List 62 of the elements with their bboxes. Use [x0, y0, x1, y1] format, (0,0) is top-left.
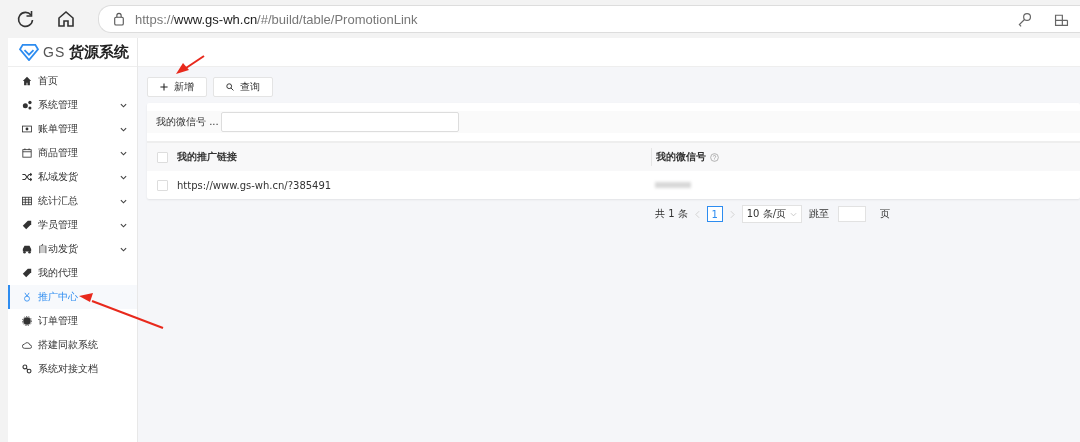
next-page-icon[interactable]	[729, 209, 735, 219]
plus-icon	[160, 83, 168, 91]
chevron-down-icon	[120, 150, 127, 156]
gears-icon	[22, 100, 32, 110]
jump-label: 跳至	[809, 207, 829, 221]
column-header: 我的推广链接	[177, 150, 237, 164]
address-bar[interactable]: https://www.gs-wh.cn/#/build/table/PromotionLink	[98, 5, 1080, 33]
sidebar-item[interactable]: 私域发货	[8, 165, 137, 189]
previous-page-icon[interactable]	[694, 209, 700, 219]
lock-icon	[113, 12, 125, 26]
add-button[interactable]: 新增	[147, 77, 207, 97]
page-unit: 页	[880, 207, 890, 221]
blurred-text	[655, 182, 691, 188]
car-icon	[22, 244, 32, 254]
chevron-down-icon	[120, 102, 127, 108]
chevron-down-icon	[120, 126, 127, 132]
link-icon	[22, 364, 32, 374]
sidebar-item[interactable]: 统计汇总	[8, 189, 137, 213]
sidebar-item[interactable]: 系统对接文档	[8, 357, 137, 381]
cloud-icon	[22, 340, 32, 350]
sidebar-item[interactable]: 账单管理	[8, 117, 137, 141]
row-checkbox[interactable]	[156, 179, 168, 191]
total-count: 共 1 条	[655, 207, 688, 221]
column-header: 我的微信号	[656, 150, 706, 164]
chevron-down-icon	[120, 246, 127, 252]
calendar-icon	[22, 148, 32, 158]
page-number-field[interactable]	[838, 206, 866, 222]
table-icon	[22, 196, 32, 206]
annotation-arrow	[176, 55, 205, 74]
sidebar-item[interactable]: 我的代理	[8, 261, 137, 285]
tag-icon	[22, 268, 32, 278]
table-cell: https://www.gs-wh.cn/?385491	[177, 179, 332, 191]
help-icon	[710, 152, 719, 162]
chevron-down-icon	[120, 174, 127, 180]
sidebar-item[interactable]: 学员管理	[8, 213, 137, 237]
sidebar-item[interactable]: 订单管理	[8, 309, 137, 333]
select-all-checkbox[interactable]	[156, 151, 168, 163]
search-button[interactable]: 查询	[213, 77, 273, 97]
gear-icon	[22, 316, 32, 326]
diamond-logo-icon	[19, 43, 39, 61]
reload-icon[interactable]	[16, 9, 36, 29]
sidebar-item[interactable]: 首页	[8, 69, 137, 93]
chevron-down-icon	[790, 211, 797, 217]
sidebar-item[interactable]: 自动发货	[8, 237, 137, 261]
medal-icon	[22, 292, 32, 302]
home-icon	[22, 76, 32, 86]
app-title: 货源系统	[69, 42, 130, 62]
key-icon[interactable]	[1016, 10, 1033, 28]
bill-icon	[22, 124, 32, 134]
search-icon	[226, 83, 234, 91]
chevron-down-icon	[120, 198, 127, 204]
page-size-select[interactable]: 10 条/页	[741, 205, 802, 223]
chevron-down-icon	[120, 222, 127, 228]
sidebar-item[interactable]: 搭建同款系统	[8, 333, 137, 357]
filter-label: 我的微信号 ...	[156, 115, 219, 129]
tag-icon	[22, 220, 32, 230]
home-icon[interactable]	[56, 9, 76, 29]
shuffle-icon	[22, 172, 32, 182]
wechat-id-field[interactable]	[220, 112, 459, 132]
logo-prefix: GS	[43, 44, 66, 60]
sidebar-item[interactable]: 商品管理	[8, 141, 137, 165]
sidebar-item[interactable]: 系统管理	[8, 93, 137, 117]
